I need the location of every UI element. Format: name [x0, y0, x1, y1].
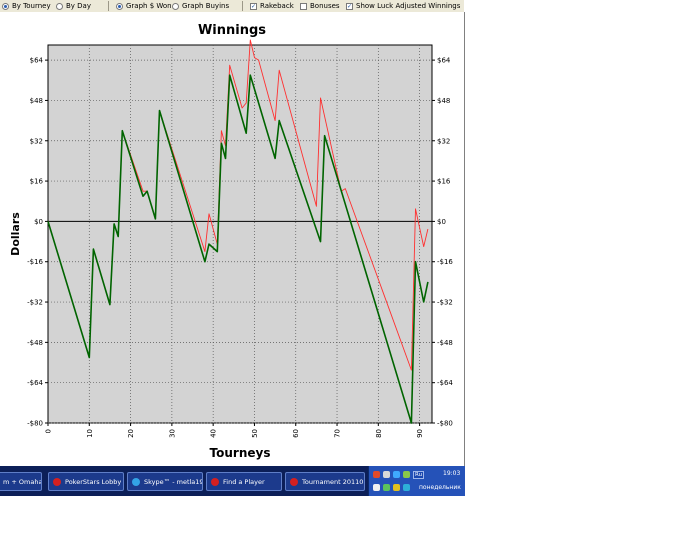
graph-won-radio[interactable] — [116, 2, 123, 10]
taskbar: m + Omaha ... PokerStars Lobby -... Skyp… — [0, 466, 465, 496]
clock[interactable]: 19:03 — [443, 470, 460, 477]
rakeback-label: Rakeback — [260, 2, 294, 10]
chart-title: Winnings — [198, 23, 266, 38]
x-tick-label: 0 — [45, 429, 53, 433]
y-tick-label: -$80 — [437, 420, 453, 428]
pokerstars-icon — [290, 477, 298, 486]
pokerstars-icon — [53, 477, 61, 486]
taskbar-item[interactable]: Skype™ - metla1987 — [127, 472, 203, 491]
taskbar-item[interactable]: PokerStars Lobby -... — [48, 472, 124, 491]
graph-won-option[interactable]: Graph $ Won — [116, 1, 172, 11]
y-tick-label: $48 — [437, 97, 450, 105]
bonuses-option[interactable]: Bonuses — [300, 1, 340, 11]
taskbar-item-label: Tournament 20110... — [302, 477, 365, 486]
pokerstars-icon — [211, 477, 219, 486]
x-tick-label: 30 — [168, 429, 176, 438]
x-tick-label: 60 — [292, 429, 300, 438]
bonuses-label: Bonuses — [310, 2, 340, 10]
y-tick-label: -$48 — [27, 339, 43, 347]
luck-adjusted-label: Show Luck Adjusted Winnings — [356, 2, 461, 10]
graph-won-label: Graph $ Won — [126, 2, 172, 10]
bonuses-checkbox[interactable] — [300, 2, 307, 10]
graph-buyins-option[interactable]: Graph Buyins — [172, 1, 229, 11]
tray-app-icon[interactable] — [383, 484, 390, 491]
tray-app-icon[interactable] — [383, 471, 390, 478]
y-tick-label: $0 — [34, 218, 43, 226]
winnings-chart: Winnings -$80 -$80 -$64 -$64 -$48 -$48 -$32 -$3… — [9, 23, 453, 460]
x-axis-label: Tourneys — [210, 446, 271, 460]
by-tourney-label: By Tourney — [12, 2, 51, 10]
x-tick-label: 10 — [86, 429, 94, 438]
y-tick-label: -$16 — [27, 258, 43, 266]
y-tick-label: -$48 — [437, 339, 453, 347]
y-tick-label: $16 — [30, 178, 44, 186]
by-day-radio[interactable] — [56, 2, 63, 10]
x-tick-label: 50 — [251, 429, 259, 438]
tray-app-icon[interactable] — [393, 484, 400, 491]
y-tick-label: $64 — [437, 57, 451, 65]
x-tick-label: 90 — [416, 429, 424, 438]
graph-buyins-radio[interactable] — [172, 2, 179, 10]
x-tick-label: 70 — [334, 429, 342, 438]
taskbar-item[interactable]: Tournament 20110... — [285, 472, 365, 491]
system-tray: Ru 19:03 понедельник — [368, 466, 465, 496]
y-tick-label: $16 — [437, 178, 451, 186]
y-tick-label: -$64 — [437, 379, 453, 387]
skype-icon — [132, 477, 140, 486]
taskbar-item[interactable]: Find a Player — [206, 472, 282, 491]
network-icon[interactable] — [403, 484, 410, 491]
rakeback-checkbox[interactable]: ✓ — [250, 2, 257, 10]
by-day-option[interactable]: By Day — [56, 1, 91, 11]
y-tick-label: -$32 — [27, 299, 43, 307]
y-axis-label: Dollars — [9, 212, 22, 256]
x-tick-label: 40 — [210, 429, 218, 438]
taskbar-item-label: Skype™ - metla1987 — [144, 477, 202, 486]
winnings-chart-panel: Winnings -$80 -$80 -$64 -$64 -$48 -$48 -$32 -$3… — [0, 12, 465, 467]
y-tick-label: -$80 — [27, 420, 43, 428]
x-tick-label: 80 — [375, 429, 383, 438]
tray-app-icon[interactable] — [373, 471, 380, 478]
graph-buyins-label: Graph Buyins — [182, 2, 230, 10]
by-day-label: By Day — [66, 2, 91, 10]
language-indicator[interactable]: Ru — [413, 471, 425, 479]
y-tick-label: -$16 — [437, 258, 453, 266]
y-tick-label: $64 — [30, 57, 44, 65]
volume-icon[interactable] — [373, 484, 380, 491]
luck-adjusted-option[interactable]: ✓ Show Luck Adjusted Winnings — [346, 1, 460, 11]
by-tourney-option[interactable]: By Tourney — [2, 1, 51, 11]
y-tick-label: $32 — [437, 137, 450, 145]
tray-app-icon[interactable] — [403, 471, 410, 478]
taskbar-item-label: Find a Player — [223, 477, 265, 486]
y-tick-label: -$32 — [437, 299, 453, 307]
separator — [108, 1, 109, 11]
taskbar-item-label: PokerStars Lobby -... — [65, 477, 123, 486]
y-tick-label: $0 — [437, 218, 446, 226]
by-tourney-radio[interactable] — [2, 2, 9, 10]
tray-app-icon[interactable] — [393, 471, 400, 478]
luck-adjusted-checkbox[interactable]: ✓ — [346, 2, 353, 10]
y-tick-label: $32 — [30, 137, 43, 145]
x-tick-label: 20 — [127, 429, 135, 438]
rakeback-option[interactable]: ✓ Rakeback — [250, 1, 294, 11]
taskbar-item-label: m + Omaha ... — [3, 477, 42, 486]
separator — [242, 1, 243, 11]
y-tick-label: -$64 — [27, 379, 43, 387]
y-tick-label: $48 — [30, 97, 43, 105]
taskbar-item[interactable]: m + Omaha ... — [0, 472, 42, 491]
weekday: понедельник — [419, 484, 461, 491]
